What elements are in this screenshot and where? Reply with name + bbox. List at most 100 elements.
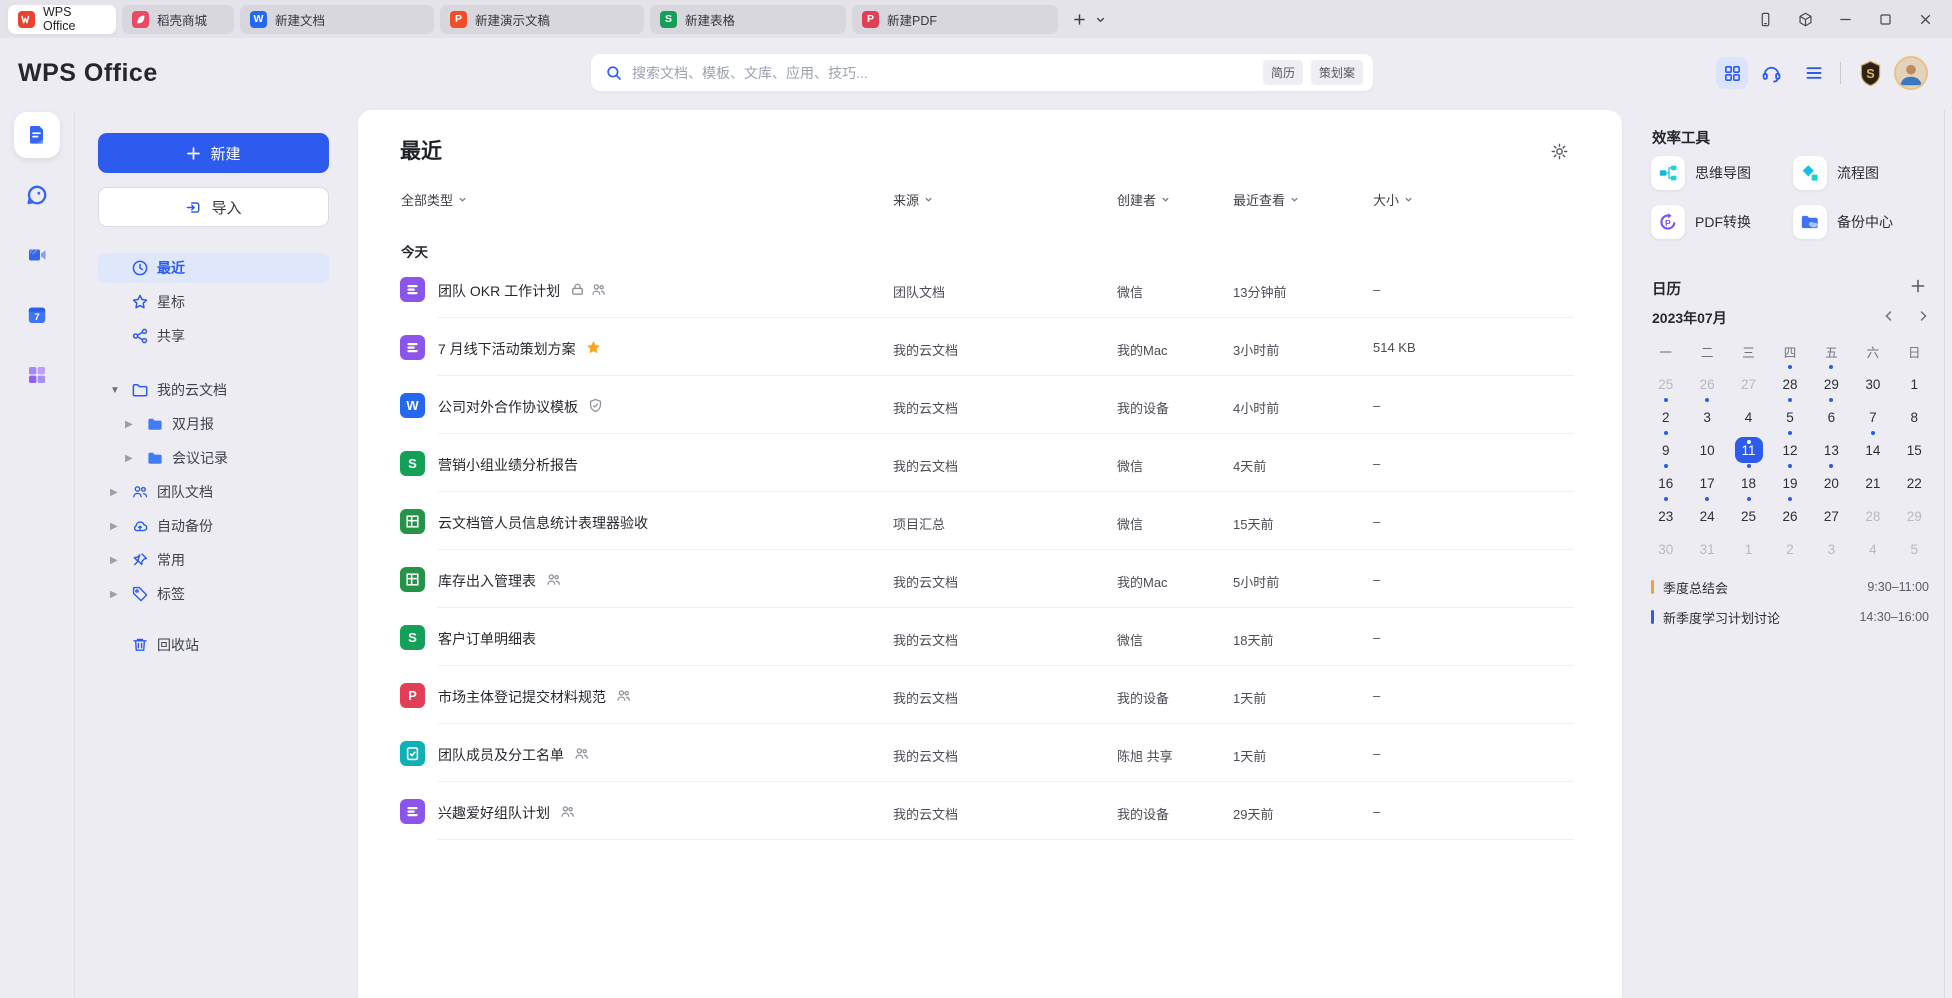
new-document-button[interactable]: 新建: [98, 133, 329, 173]
calendar-day[interactable]: 30: [1852, 364, 1893, 397]
calendar-day[interactable]: 28: [1769, 364, 1810, 397]
filter-source[interactable]: 来源: [893, 190, 933, 209]
calendar-day[interactable]: 2: [1645, 397, 1686, 430]
calendar-day[interactable]: 4: [1852, 529, 1893, 562]
file-row[interactable]: W 公司对外合作协议模板 我的云文档 我的设备 4小时前 –: [358, 376, 1622, 434]
prev-month-icon[interactable]: [1879, 306, 1899, 326]
rail-docs-icon[interactable]: [14, 112, 60, 158]
calendar-day[interactable]: 11: [1728, 430, 1769, 463]
file-row[interactable]: 云文档管人员信息统计表理器验收 项目汇总 微信 15天前 –: [358, 492, 1622, 550]
calendar-day[interactable]: 6: [1811, 397, 1852, 430]
calendar-day[interactable]: 23: [1645, 496, 1686, 529]
file-row[interactable]: 库存出入管理表 我的云文档 我的Mac 5小时前 –: [358, 550, 1622, 608]
new-tab-button[interactable]: [1072, 12, 1087, 27]
calendar-day[interactable]: 5: [1769, 397, 1810, 430]
tab-list-chevron-down-icon[interactable]: [1095, 14, 1106, 25]
close-icon[interactable]: [1912, 6, 1938, 32]
workspace-icon[interactable]: [1792, 6, 1818, 32]
search-input[interactable]: [632, 65, 1263, 81]
caret-right-icon[interactable]: ▶: [110, 555, 131, 566]
app-tab[interactable]: W 新建文档: [240, 5, 434, 34]
search-tag-chip[interactable]: 简历: [1263, 60, 1303, 85]
calendar-day[interactable]: 8: [1894, 397, 1935, 430]
calendar-day[interactable]: 14: [1852, 430, 1893, 463]
calendar-day[interactable]: 5: [1894, 529, 1935, 562]
calendar-day[interactable]: 10: [1686, 430, 1727, 463]
filter-last-viewed[interactable]: 最近查看: [1233, 190, 1299, 209]
app-tab[interactable]: P 新建演示文稿: [440, 5, 644, 34]
headset-icon[interactable]: [1758, 60, 1784, 86]
sidebar-item-frequent[interactable]: ▶ 常用: [98, 545, 329, 575]
file-row[interactable]: 团队 OKR 工作计划 团队文档 微信 13分钟前 –: [358, 260, 1622, 318]
calendar-day[interactable]: 26: [1686, 364, 1727, 397]
mobile-icon[interactable]: [1752, 6, 1778, 32]
calendar-day[interactable]: 18: [1728, 463, 1769, 496]
calendar-day[interactable]: 24: [1686, 496, 1727, 529]
sidebar-item-team-docs[interactable]: ▶ 团队文档: [98, 477, 329, 507]
next-month-icon[interactable]: [1913, 306, 1933, 326]
calendar-day[interactable]: 22: [1894, 463, 1935, 496]
member-badge-icon[interactable]: S: [1855, 58, 1885, 88]
sidebar-item-bimonthly[interactable]: ▶ 双月报: [98, 409, 329, 439]
app-tab[interactable]: P 新建PDF: [852, 5, 1058, 34]
tool-mindmap[interactable]: 思维导图: [1651, 156, 1751, 190]
calendar-day[interactable]: 19: [1769, 463, 1810, 496]
sidebar-item-recent[interactable]: 最近: [98, 253, 329, 283]
sidebar-item-meeting-notes[interactable]: ▶ 会议记录: [98, 443, 329, 473]
caret-right-icon[interactable]: ▶: [110, 589, 131, 600]
calendar-day[interactable]: 9: [1645, 430, 1686, 463]
tool-backup-center[interactable]: 备份中心: [1793, 205, 1893, 239]
file-row[interactable]: P 市场主体登记提交材料规范 我的云文档 我的设备 1天前 –: [358, 666, 1622, 724]
filter-creator[interactable]: 创建者: [1117, 190, 1170, 209]
file-row[interactable]: 7 月线下活动策划方案 我的云文档 我的Mac 3小时前 514 KB: [358, 318, 1622, 376]
calendar-day[interactable]: 20: [1811, 463, 1852, 496]
search-tag-chip[interactable]: 策划案: [1311, 60, 1363, 85]
calendar-day[interactable]: 3: [1811, 529, 1852, 562]
apps-grid-icon[interactable]: [1716, 57, 1748, 89]
caret-right-icon[interactable]: ▶: [125, 453, 146, 464]
maximize-icon[interactable]: [1872, 6, 1898, 32]
caret-right-icon[interactable]: ▶: [110, 521, 131, 532]
calendar-day[interactable]: 12: [1769, 430, 1810, 463]
calendar-day[interactable]: 1: [1728, 529, 1769, 562]
caret-right-icon[interactable]: ▶: [125, 419, 146, 430]
rail-chat-icon[interactable]: [14, 172, 60, 218]
calendar-day[interactable]: 25: [1645, 364, 1686, 397]
sidebar-item-tags[interactable]: ▶ 标签: [98, 579, 329, 609]
calendar-day[interactable]: 3: [1686, 397, 1727, 430]
file-row[interactable]: 兴趣爱好组队计划 我的云文档 我的设备 29天前 –: [358, 782, 1622, 840]
import-button[interactable]: 导入: [98, 187, 329, 227]
rail-meeting-icon[interactable]: [14, 232, 60, 278]
calendar-day[interactable]: 27: [1728, 364, 1769, 397]
calendar-day[interactable]: 25: [1728, 496, 1769, 529]
avatar[interactable]: [1894, 56, 1928, 90]
rail-apps-icon[interactable]: [14, 352, 60, 398]
sidebar-item-auto-backup[interactable]: ▶ 自动备份: [98, 511, 329, 541]
calendar-event[interactable]: 季度总结会 9:30–11:00: [1651, 574, 1929, 600]
app-tab[interactable]: S 新建表格: [650, 5, 846, 34]
search-bar[interactable]: 简历策划案: [591, 54, 1373, 91]
calendar-day[interactable]: 30: [1645, 529, 1686, 562]
calendar-day[interactable]: 1: [1894, 364, 1935, 397]
calendar-day[interactable]: 16: [1645, 463, 1686, 496]
sidebar-item-starred[interactable]: 星标: [98, 287, 329, 317]
calendar-day[interactable]: 31: [1686, 529, 1727, 562]
calendar-day[interactable]: 28: [1852, 496, 1893, 529]
caret-right-icon[interactable]: ▶: [110, 487, 131, 498]
sidebar-item-shared[interactable]: 共享: [98, 321, 329, 351]
tool-flowchart[interactable]: 流程图: [1793, 156, 1879, 190]
calendar-day[interactable]: 13: [1811, 430, 1852, 463]
sidebar-item-my-cloud-docs[interactable]: ▼ 我的云文档: [98, 375, 329, 405]
app-tab[interactable]: 稻壳商城: [122, 5, 234, 34]
app-tab[interactable]: WPS Office: [8, 5, 116, 34]
tool-pdf-convert[interactable]: P PDF转换: [1651, 205, 1751, 239]
file-row[interactable]: S 营销小组业绩分析报告 我的云文档 微信 4天前 –: [358, 434, 1622, 492]
calendar-day[interactable]: 15: [1894, 430, 1935, 463]
sidebar-item-trash[interactable]: 回收站: [98, 630, 329, 660]
file-row[interactable]: S 客户订单明细表 我的云文档 微信 18天前 –: [358, 608, 1622, 666]
add-event-plus-icon[interactable]: [1908, 276, 1928, 296]
filter-size[interactable]: 大小: [1373, 190, 1413, 209]
calendar-day[interactable]: 26: [1769, 496, 1810, 529]
calendar-day[interactable]: 7: [1852, 397, 1893, 430]
filter-all-types[interactable]: 全部类型: [401, 190, 467, 209]
